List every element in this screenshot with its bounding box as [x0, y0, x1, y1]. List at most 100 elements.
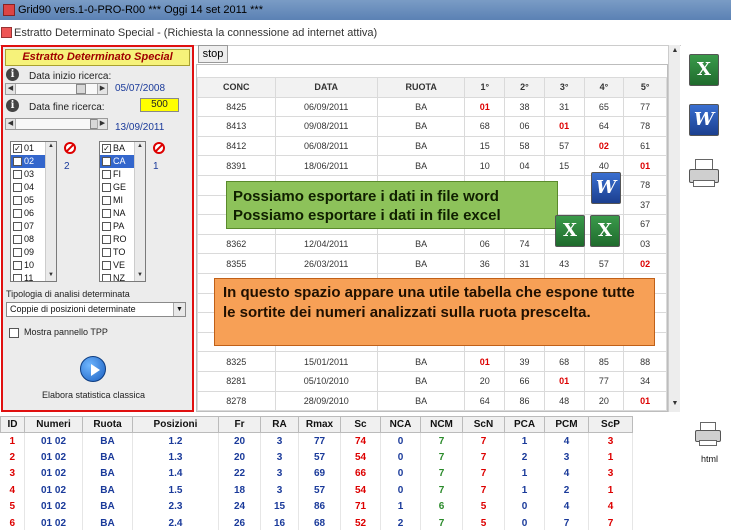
column-header[interactable]: 3°: [543, 77, 585, 98]
numbers-count: 2: [64, 161, 70, 172]
column-header[interactable]: RUOTA: [376, 77, 466, 98]
column-header[interactable]: 4°: [583, 77, 625, 98]
number-checkbox[interactable]: [13, 170, 22, 179]
number-checkbox[interactable]: [13, 222, 22, 231]
summary-cell: 3: [260, 482, 299, 499]
table-row[interactable]: 8281 05/10/2010 BA 20 66 01 77 34: [197, 370, 667, 392]
export-word-button[interactable]: W: [689, 104, 719, 136]
summary-row[interactable]: 5 01 02 BA 2.3 24 15 86 71 1 6 5 0 4 4: [0, 498, 633, 515]
table-row[interactable]: 8355 26/03/2011 BA 36 31 43 57 02: [197, 253, 667, 274]
export-excel-button[interactable]: X: [689, 54, 719, 86]
summary-column-header[interactable]: NCM: [420, 416, 463, 433]
numbers-list[interactable]: ✓ 01 ✓ 02 03 04 05 06 07 08 09 10 11 ▲ ▼: [10, 141, 57, 282]
wheel-checkbox[interactable]: [102, 222, 111, 231]
tpp-checkbox[interactable]: [9, 328, 19, 338]
summary-cell: 2: [544, 482, 589, 499]
number-checkbox[interactable]: [13, 235, 22, 244]
stop-button[interactable]: stop: [198, 45, 228, 63]
slider-left-arrow-icon[interactable]: ◀: [6, 84, 16, 94]
number-checkbox[interactable]: [13, 274, 22, 281]
wheel-checkbox[interactable]: [102, 196, 111, 205]
slider-thumb[interactable]: [76, 84, 86, 94]
clear-wheels-icon[interactable]: [153, 142, 165, 154]
wheel-checkbox[interactable]: [102, 248, 111, 257]
summary-column-header[interactable]: Sc: [340, 416, 381, 433]
summary-cell: 7: [588, 515, 633, 530]
clear-numbers-icon[interactable]: [64, 142, 76, 154]
table-row[interactable]: 8412 06/08/2011 BA 15 58 57 02 61: [197, 135, 667, 157]
html-export-button[interactable]: [695, 422, 721, 446]
analysis-type-select[interactable]: Coppie di posizioni determinate ▼: [6, 302, 186, 317]
number-checkbox[interactable]: ✓: [13, 157, 22, 166]
wheel-checkbox[interactable]: [102, 157, 111, 166]
summary-cell: 1: [380, 498, 421, 515]
number-checkbox[interactable]: [13, 196, 22, 205]
wheels-list[interactable]: ✓ BA CA FI GE MI NA PA RO TO VE NZ ▲ ▼: [99, 141, 146, 282]
column-header[interactable]: 2°: [504, 77, 545, 98]
wheel-checkbox[interactable]: [102, 170, 111, 179]
summary-column-header[interactable]: Ruota: [82, 416, 133, 433]
summary-row[interactable]: 1 01 02 BA 1.2 20 3 77 74 0 7 7 1 4 3: [0, 432, 633, 449]
info-icon[interactable]: i: [6, 99, 19, 112]
end-date-slider[interactable]: ◀ ▶: [5, 118, 108, 130]
number-checkbox[interactable]: ✓: [13, 144, 22, 153]
column-header[interactable]: DATA: [274, 77, 378, 98]
run-statistics-button[interactable]: [80, 356, 106, 382]
wheel-checkbox[interactable]: ✓: [102, 144, 111, 153]
slider-left-arrow-icon[interactable]: ◀: [6, 119, 16, 129]
wheel-checkbox[interactable]: [102, 183, 111, 192]
wheel-checkbox[interactable]: [102, 261, 111, 270]
summary-column-header[interactable]: PCM: [544, 416, 589, 433]
slider-right-arrow-icon[interactable]: ▶: [97, 119, 107, 129]
summary-row[interactable]: 6 01 02 BA 2.4 26 16 68 52 2 7 5 0 7 7: [0, 515, 633, 530]
summary-column-header[interactable]: ID: [0, 416, 25, 433]
scroll-up-icon[interactable]: ▲: [47, 143, 55, 151]
table-cell: 8281: [197, 370, 276, 392]
number-checkbox[interactable]: [13, 183, 22, 192]
wheel-checkbox[interactable]: [102, 209, 111, 218]
summary-cell: 66: [340, 465, 381, 482]
summary-cell: 74: [340, 432, 381, 449]
summary-column-header[interactable]: ScN: [462, 416, 505, 433]
table-row[interactable]: 8425 06/09/2011 BA 01 38 31 65 77: [197, 96, 667, 118]
wheels-scrollbar[interactable]: ▲ ▼: [134, 142, 145, 281]
scroll-down-icon[interactable]: ▼: [47, 272, 55, 280]
summary-column-header[interactable]: Numeri: [24, 416, 83, 433]
numbers-scrollbar[interactable]: ▲ ▼: [45, 142, 56, 281]
summary-cell: 01 02: [24, 498, 83, 515]
summary-column-header[interactable]: RA: [260, 416, 299, 433]
info-icon[interactable]: i: [6, 68, 19, 81]
scroll-down-icon[interactable]: ▼: [136, 272, 144, 280]
scroll-up-icon[interactable]: ▲: [136, 143, 144, 151]
summary-row[interactable]: 2 01 02 BA 1.3 20 3 57 54 0 7 7 2 3 1: [0, 449, 633, 466]
table-row[interactable]: 8325 15/01/2011 BA 01 39 68 85 88: [197, 351, 667, 372]
chevron-down-icon[interactable]: ▼: [173, 303, 185, 316]
start-date-slider[interactable]: ◀ ▶: [5, 83, 108, 95]
results-scrollbar[interactable]: ▲ ▼: [668, 45, 680, 412]
wheel-checkbox[interactable]: [102, 274, 111, 281]
column-header[interactable]: 5°: [623, 77, 667, 98]
summary-row[interactable]: 3 01 02 BA 1.4 22 3 69 66 0 7 7 1 4 3: [0, 465, 633, 482]
summary-column-header[interactable]: PCA: [504, 416, 545, 433]
summary-column-header[interactable]: Posizioni: [132, 416, 219, 433]
summary-column-header[interactable]: Fr: [218, 416, 261, 433]
table-row[interactable]: 8278 28/09/2010 BA 64 86 48 20 01: [197, 390, 667, 411]
table-row[interactable]: 8413 09/08/2011 BA 68 06 01 64 78: [197, 116, 667, 137]
end-value-field[interactable]: 500: [140, 98, 179, 112]
number-checkbox[interactable]: [13, 209, 22, 218]
number-checkbox[interactable]: [13, 248, 22, 257]
wheel-checkbox[interactable]: [102, 235, 111, 244]
summary-column-header[interactable]: Rmax: [298, 416, 341, 433]
summary-row[interactable]: 4 01 02 BA 1.5 18 3 57 54 0 7 7 1 2 1: [0, 482, 633, 499]
table-cell: 01: [623, 155, 667, 176]
scroll-up-icon[interactable]: ▲: [670, 47, 680, 57]
summary-column-header[interactable]: NCA: [380, 416, 421, 433]
number-checkbox[interactable]: [13, 261, 22, 270]
summary-column-header[interactable]: ScP: [588, 416, 633, 433]
table-cell: 31: [543, 96, 585, 118]
print-button[interactable]: [689, 159, 719, 187]
scroll-down-icon[interactable]: ▼: [670, 400, 680, 410]
column-header[interactable]: 1°: [464, 77, 506, 98]
slider-right-arrow-icon[interactable]: ▶: [97, 84, 107, 94]
column-header[interactable]: CONC: [197, 77, 276, 98]
